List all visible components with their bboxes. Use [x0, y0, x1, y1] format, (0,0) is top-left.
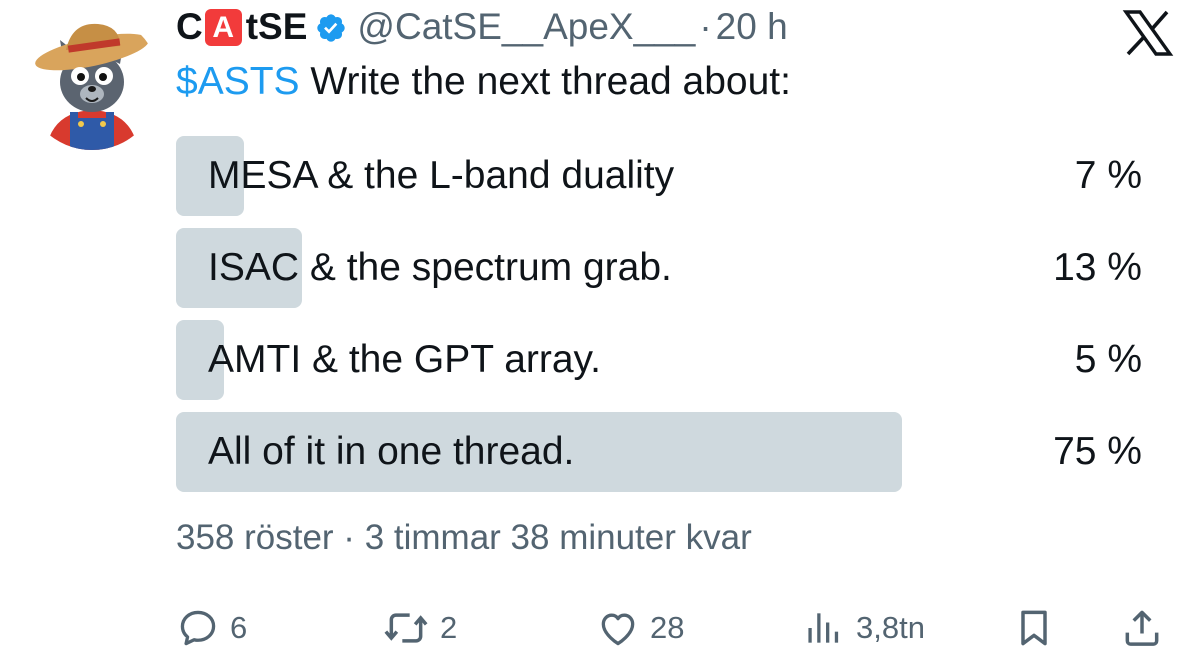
bookmark-button[interactable]	[1012, 600, 1056, 656]
poll-option-percent: 13 %	[1053, 246, 1142, 289]
poll-option-label: MESA & the L-band duality	[208, 154, 675, 197]
share-icon	[1120, 606, 1164, 650]
views-chart-icon	[802, 606, 846, 650]
poll-option-label: AMTI & the GPT array.	[208, 338, 601, 381]
like-button[interactable]: 28	[596, 600, 684, 656]
action-bar: 6 2 28 3,8tn	[176, 600, 1166, 656]
poll-option-percent: 5 %	[1074, 338, 1142, 381]
poll-option-label: All of it in one thread.	[208, 430, 575, 473]
tweet-body: Write the next thread about:	[299, 60, 791, 103]
repost-icon	[382, 606, 430, 650]
tweet-text: $ASTS Write the next thread about:	[176, 60, 791, 104]
repost-button[interactable]: 2	[382, 600, 457, 656]
reply-icon	[176, 606, 220, 650]
repost-count: 2	[440, 610, 458, 645]
poll: MESA & the L-band duality 7 % ISAC & the…	[176, 136, 1144, 504]
author-name-prefix: C	[176, 6, 203, 47]
cashtag-link[interactable]: $ASTS	[176, 60, 300, 103]
author-name[interactable]: C A tSE	[176, 6, 307, 48]
like-count: 28	[650, 610, 685, 645]
bookmark-icon	[1012, 606, 1056, 650]
poll-option-label: ISAC & the spectrum grab.	[208, 246, 672, 289]
poll-summary: 358 röster · 3 timmar 38 minuter kvar	[176, 518, 752, 557]
cat-farmer-avatar-icon	[24, 14, 160, 150]
poll-option: MESA & the L-band duality 7 %	[176, 136, 1144, 216]
header-separator: ·	[699, 6, 712, 47]
reply-count: 6	[230, 610, 248, 645]
heart-icon	[596, 606, 640, 650]
poll-option: AMTI & the GPT array. 5 %	[176, 320, 1144, 400]
share-button[interactable]	[1120, 600, 1164, 656]
avatar[interactable]	[24, 14, 160, 150]
author-handle[interactable]: @CatSE__ApeX___	[357, 6, 695, 48]
poll-option: ISAC & the spectrum grab. 13 %	[176, 228, 1144, 308]
letter-a-emoji-icon: A	[204, 8, 242, 46]
author-name-suffix: tSE	[245, 6, 308, 47]
views-button[interactable]: 3,8tn	[802, 600, 925, 656]
reply-button[interactable]: 6	[176, 600, 247, 656]
poll-option-percent: 7 %	[1074, 154, 1142, 197]
x-logo-icon	[1122, 10, 1174, 56]
poll-option: All of it in one thread. 75 %	[176, 412, 1144, 492]
tweet-header: C A tSE @CatSE__ApeX___ · 20 h	[176, 4, 788, 50]
verified-badge-icon	[315, 11, 347, 43]
post-time[interactable]: 20 h	[716, 6, 788, 48]
poll-option-percent: 75 %	[1053, 430, 1142, 473]
views-count: 3,8tn	[856, 610, 925, 645]
